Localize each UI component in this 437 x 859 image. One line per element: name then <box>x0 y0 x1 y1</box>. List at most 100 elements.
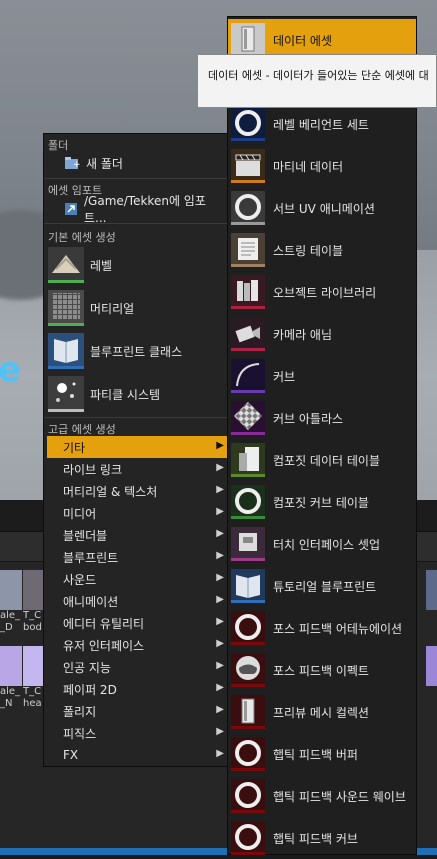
asset-label: T_C <box>23 686 42 697</box>
adv-category-user-interface[interactable]: 유저 인터페이스 ▶ <box>47 634 228 656</box>
asset-tile[interactable]: ale_ _D <box>0 570 22 634</box>
submenu-item-curve[interactable]: 커브 <box>228 355 416 397</box>
submenu-item-label: 터치 인터페이스 셋업 <box>273 537 380 552</box>
create-level-item[interactable]: 레벨 <box>44 244 227 286</box>
import-path-label: /Game/Tekken에 임포트... <box>84 194 206 225</box>
chevron-right-icon: ▶ <box>216 572 224 583</box>
adv-category-editor-utility[interactable]: 에디터 유틸리티 ▶ <box>47 612 228 634</box>
chevron-right-icon: ▶ <box>216 704 224 715</box>
adv-category-paper2d[interactable]: 페이퍼 2D ▶ <box>47 678 228 700</box>
submenu-item-matinee-data[interactable]: 마티네 데이터 <box>228 145 416 187</box>
asset-tile[interactable]: T_C hea <box>23 646 45 710</box>
adv-category-label: 피직스 <box>63 726 97 741</box>
asset-label: hea <box>23 698 42 709</box>
adv-category-label: 미디어 <box>63 506 97 521</box>
adv-category-media[interactable]: 미디어 ▶ <box>47 502 228 524</box>
chevron-right-icon: ▶ <box>216 484 224 495</box>
ring-shape <box>235 740 261 766</box>
chevron-right-icon: ▶ <box>216 660 224 671</box>
adv-category-misc[interactable]: 기타 ▶ <box>47 436 228 458</box>
submenu-item-haptic-curve[interactable]: 햅틱 피드백 커브 <box>228 817 416 859</box>
asset-tile[interactable]: T_C bod <box>23 570 45 634</box>
submenu-item-object-library[interactable]: 오브젝트 라이브러리 <box>228 271 416 313</box>
submenu-item-composite-curve-table[interactable]: 컴포짓 커브 테이블 <box>228 481 416 523</box>
submenu-item-label: 커브 <box>273 369 296 384</box>
submenu-item-label: 레벨 베리언트 세트 <box>273 117 369 132</box>
adv-category-label: 머티리얼 & 텍스처 <box>63 484 158 499</box>
adv-category-fx[interactable]: FX ▶ <box>47 744 228 766</box>
ring-icon <box>231 191 265 225</box>
asset-tile[interactable]: ale_ _N <box>0 646 22 710</box>
create-material-item[interactable]: 머티리얼 <box>44 287 227 329</box>
asset-tile[interactable] <box>426 646 437 686</box>
asset-label: ale_ <box>0 686 21 697</box>
submenu-item-preview-mesh-collection[interactable]: 프리뷰 메시 컬렉션 <box>228 691 416 733</box>
submenu-item-label: 카메라 애님 <box>273 327 333 342</box>
submenu-item-tutorial-blueprint[interactable]: 튜토리얼 블루프린트 <box>228 565 416 607</box>
data-asset-tooltip: 데이터 에셋 - 데이터가 들어있는 단순 에셋에 대 <box>197 54 437 108</box>
submenu-item-label: 튜토리얼 블루프린트 <box>273 579 377 594</box>
submenu-item-haptic-soundwave[interactable]: 햅틱 피드백 사운드 웨이브 <box>228 775 416 817</box>
submenu-item-haptic-buffer[interactable]: 햅틱 피드백 버퍼 <box>228 733 416 775</box>
data-asset-icon <box>231 23 265 57</box>
curve-icon <box>231 359 265 393</box>
misc-submenu: 데이터 에셋 레벨 베리언트 세트 마티네 데이터 서브 UV 애니메이션 스트… <box>227 16 417 855</box>
create-particle-item[interactable]: 파티클 시스템 <box>44 373 227 415</box>
submenu-item-camera-anim[interactable]: 카메라 애님 <box>228 313 416 355</box>
ring-icon <box>231 737 265 771</box>
adv-category-sound[interactable]: 사운드 ▶ <box>47 568 228 590</box>
submenu-item-touch-interface[interactable]: 터치 인터페이스 셋업 <box>228 523 416 565</box>
submenu-item-sub-uv-animation[interactable]: 서브 UV 애니메이션 <box>228 187 416 229</box>
ring-icon <box>231 779 265 813</box>
create-material-label: 머티리얼 <box>90 301 135 316</box>
gamepad-icon <box>231 653 265 687</box>
composite-table-icon <box>231 443 265 477</box>
material-icon <box>48 290 84 326</box>
context-menu: 폴더 + 새 폴더 에셋 임포트 /Game/Tekken에 임포트... 기본… <box>43 133 228 767</box>
submenu-item-level-variant-set[interactable]: 레벨 베리언트 세트 <box>228 103 416 145</box>
adv-category-label: 라이브 링크 <box>63 462 123 477</box>
adv-category-foliage[interactable]: 폴리지 ▶ <box>47 700 228 722</box>
section-header-basic: 기본 에셋 생성 <box>48 231 116 244</box>
adv-category-blueprint[interactable]: 블루프린트 ▶ <box>47 546 228 568</box>
submenu-item-composite-data-table[interactable]: 컴포짓 데이터 테이블 <box>228 439 416 481</box>
chevron-right-icon: ▶ <box>216 528 224 539</box>
chevron-right-icon: ▶ <box>216 616 224 627</box>
ring-shape <box>235 614 261 640</box>
adv-category-label: FX <box>63 748 79 762</box>
create-blueprint-item[interactable]: 블루프린트 클래스 <box>44 330 227 372</box>
menu-separator <box>44 417 227 418</box>
asset-tile[interactable] <box>426 570 437 610</box>
adv-category-material-texture[interactable]: 머티리얼 & 텍스처 ▶ <box>47 480 228 502</box>
submenu-item-string-table[interactable]: 스트링 테이블 <box>228 229 416 271</box>
adv-category-physics[interactable]: 피직스 ▶ <box>47 722 228 744</box>
ring-shape <box>235 110 261 136</box>
adv-category-ai[interactable]: 인공 지능 ▶ <box>47 656 228 678</box>
ring-icon <box>231 107 265 141</box>
asset-thumbnail <box>426 646 437 686</box>
submenu-item-curve-atlas[interactable]: 커브 아틀라스 <box>228 397 416 439</box>
submenu-item-label: 커브 아틀라스 <box>273 411 344 426</box>
ring-icon <box>231 821 265 855</box>
adv-category-livelink[interactable]: 라이브 링크 ▶ <box>47 458 228 480</box>
new-folder-item[interactable]: + 새 폴더 <box>44 153 227 173</box>
submenu-item-force-feedback-effect[interactable]: 포스 피드백 이펙트 <box>228 649 416 691</box>
adv-category-blendable[interactable]: 블렌더블 ▶ <box>47 524 228 546</box>
chevron-right-icon: ▶ <box>216 748 224 759</box>
books-icon <box>231 275 265 309</box>
particle-icon <box>48 376 84 412</box>
submenu-item-label: 마티네 데이터 <box>273 159 344 174</box>
create-level-label: 레벨 <box>90 258 113 273</box>
import-item[interactable]: /Game/Tekken에 임포트... <box>44 194 227 225</box>
submenu-item-label: 오브젝트 라이브러리 <box>273 285 377 300</box>
svg-text:+: + <box>73 160 80 170</box>
submenu-item-label: 햅틱 피드백 버퍼 <box>273 747 358 762</box>
adv-category-label: 페이퍼 2D <box>63 682 117 697</box>
blueprint-icon <box>48 333 84 369</box>
ring-shape <box>235 782 261 808</box>
adv-category-label: 애니메이션 <box>63 594 119 609</box>
submenu-item-label: 스트링 테이블 <box>273 243 344 258</box>
submenu-item-force-feedback-attenuation[interactable]: 포스 피드백 어테뉴에이션 <box>228 607 416 649</box>
adv-category-animation[interactable]: 애니메이션 ▶ <box>47 590 228 612</box>
clapper-icon <box>231 149 265 183</box>
